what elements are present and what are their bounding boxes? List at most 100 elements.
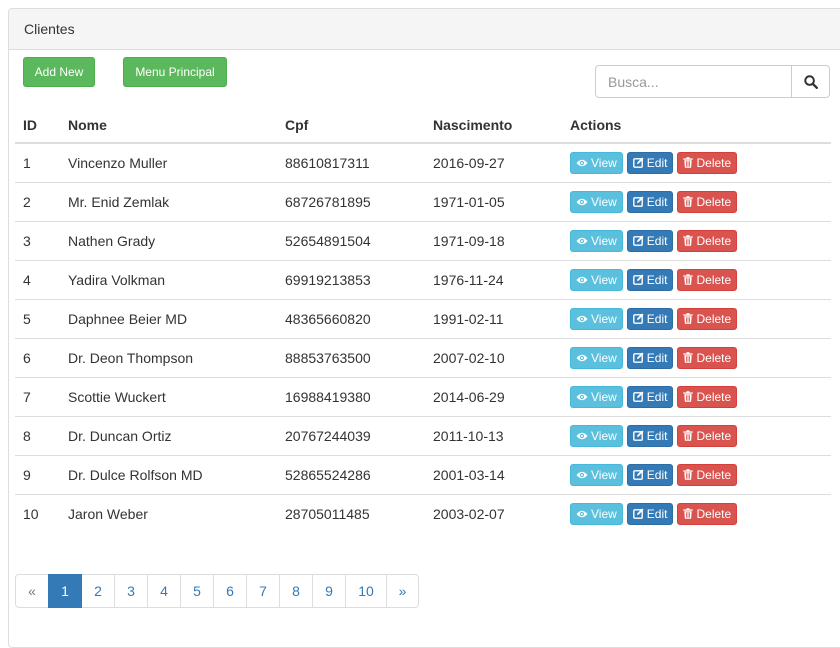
edit-icon (632, 469, 644, 480)
trash-icon (683, 391, 694, 402)
add-new-button[interactable]: Add New (23, 57, 95, 87)
cell-cpf: 20767244039 (277, 415, 425, 455)
table-row: 3 Nathen Grady 52654891504 1971-09-18 View Ed… (15, 220, 831, 260)
edit-label: Edit (646, 428, 668, 443)
cell-actions: View Edit Delete (562, 454, 831, 494)
eye-icon (576, 159, 588, 166)
delete-button[interactable]: Delete (677, 190, 738, 213)
delete-button[interactable]: Delete (677, 463, 738, 486)
cell-actions: View Edit Delete (562, 376, 831, 416)
cell-nascimento: 2011-10-13 (425, 415, 562, 455)
view-button[interactable]: View (570, 463, 623, 486)
edit-button[interactable]: Edit (626, 385, 674, 408)
search-icon (803, 74, 818, 89)
search-button[interactable] (791, 65, 830, 98)
edit-button[interactable]: Edit (626, 307, 674, 330)
search-group (595, 65, 830, 98)
cell-nome: Daphnee Beier MD (60, 298, 277, 338)
edit-button[interactable]: Edit (626, 229, 674, 252)
delete-button[interactable]: Delete (677, 151, 738, 174)
pagination-page[interactable]: 3 (114, 574, 148, 608)
edit-icon (632, 196, 644, 207)
pagination-next[interactable]: » (386, 574, 419, 608)
delete-label: Delete (696, 506, 732, 521)
edit-button[interactable]: Edit (626, 151, 674, 174)
cell-actions: View Edit Delete (562, 298, 831, 338)
view-button[interactable]: View (570, 268, 623, 291)
cell-cpf: 88853763500 (277, 337, 425, 377)
view-button[interactable]: View (570, 229, 623, 252)
pagination-page[interactable]: 10 (345, 574, 387, 608)
trash-icon (683, 352, 694, 363)
cell-cpf: 16988419380 (277, 376, 425, 416)
cell-id: 5 (15, 298, 60, 338)
cell-cpf: 68726781895 (277, 181, 425, 221)
view-button[interactable]: View (570, 346, 623, 369)
cell-nascimento: 1976-11-24 (425, 259, 562, 299)
cell-cpf: 28705011485 (277, 493, 425, 533)
table-row: 9 Dr. Dulce Rolfson MD 52865524286 2001-03-… (15, 454, 831, 494)
pagination-page[interactable]: 8 (279, 574, 313, 608)
cell-id: 6 (15, 337, 60, 377)
view-button[interactable]: View (570, 424, 623, 447)
trash-icon (683, 235, 694, 246)
view-button[interactable]: View (570, 385, 623, 408)
eye-icon (576, 510, 588, 517)
edit-button[interactable]: Edit (626, 346, 674, 369)
edit-icon (632, 157, 644, 169)
pagination-page[interactable]: 7 (246, 574, 280, 608)
edit-button[interactable]: Edit (626, 502, 674, 525)
edit-button[interactable]: Edit (626, 190, 674, 213)
delete-button[interactable]: Delete (677, 229, 738, 252)
panel-title: Clientes (9, 9, 840, 50)
eye-icon (576, 471, 588, 478)
view-label: View (591, 389, 617, 404)
edit-label: Edit (646, 233, 668, 248)
delete-button[interactable]: Delete (677, 307, 738, 330)
pagination-page[interactable]: 6 (213, 574, 247, 608)
view-button[interactable]: View (570, 307, 623, 330)
eye-icon (576, 432, 588, 439)
header-nome: Nome (60, 107, 277, 144)
pagination-page[interactable]: 4 (147, 574, 181, 608)
cell-cpf: 52654891504 (277, 220, 425, 260)
delete-button[interactable]: Delete (677, 502, 738, 525)
edit-button[interactable]: Edit (626, 424, 674, 447)
edit-button[interactable]: Edit (626, 463, 674, 486)
eye-icon (576, 198, 588, 205)
delete-button[interactable]: Delete (677, 346, 738, 369)
pagination-page[interactable]: 2 (81, 574, 115, 608)
pagination-page[interactable]: 9 (312, 574, 346, 608)
search-input[interactable] (595, 65, 792, 98)
eye-icon (576, 393, 588, 400)
eye-icon (576, 237, 588, 244)
delete-button[interactable]: Delete (677, 424, 738, 447)
edit-button[interactable]: Edit (626, 268, 674, 291)
view-button[interactable]: View (570, 502, 623, 525)
edit-label: Edit (646, 389, 668, 404)
delete-label: Delete (696, 467, 732, 482)
menu-principal-button[interactable]: Menu Principal (123, 57, 227, 87)
view-label: View (591, 311, 617, 326)
table-row: 7 Scottie Wuckert 16988419380 2014-06-29 Vie… (15, 376, 831, 416)
delete-label: Delete (696, 389, 732, 404)
edit-icon (632, 352, 644, 363)
delete-button[interactable]: Delete (677, 385, 738, 408)
cell-id: 2 (15, 181, 60, 221)
eye-icon (576, 354, 588, 361)
view-label: View (591, 194, 617, 209)
cell-nascimento: 2003-02-07 (425, 493, 562, 533)
view-button[interactable]: View (570, 190, 623, 213)
cell-nome: Vincenzo Muller (60, 142, 277, 182)
table-row: 2 Mr. Enid Zemlak 68726781895 1971-01-05 Vie… (15, 181, 831, 221)
delete-label: Delete (696, 194, 732, 209)
pagination-page[interactable]: 5 (180, 574, 214, 608)
view-button[interactable]: View (570, 151, 623, 174)
cell-nome: Nathen Grady (60, 220, 277, 260)
cell-nascimento: 1971-09-18 (425, 220, 562, 260)
view-label: View (591, 233, 617, 248)
edit-icon (632, 274, 644, 285)
pagination-page[interactable]: 1 (48, 574, 82, 608)
delete-button[interactable]: Delete (677, 268, 738, 291)
cell-nascimento: 1971-01-05 (425, 181, 562, 221)
